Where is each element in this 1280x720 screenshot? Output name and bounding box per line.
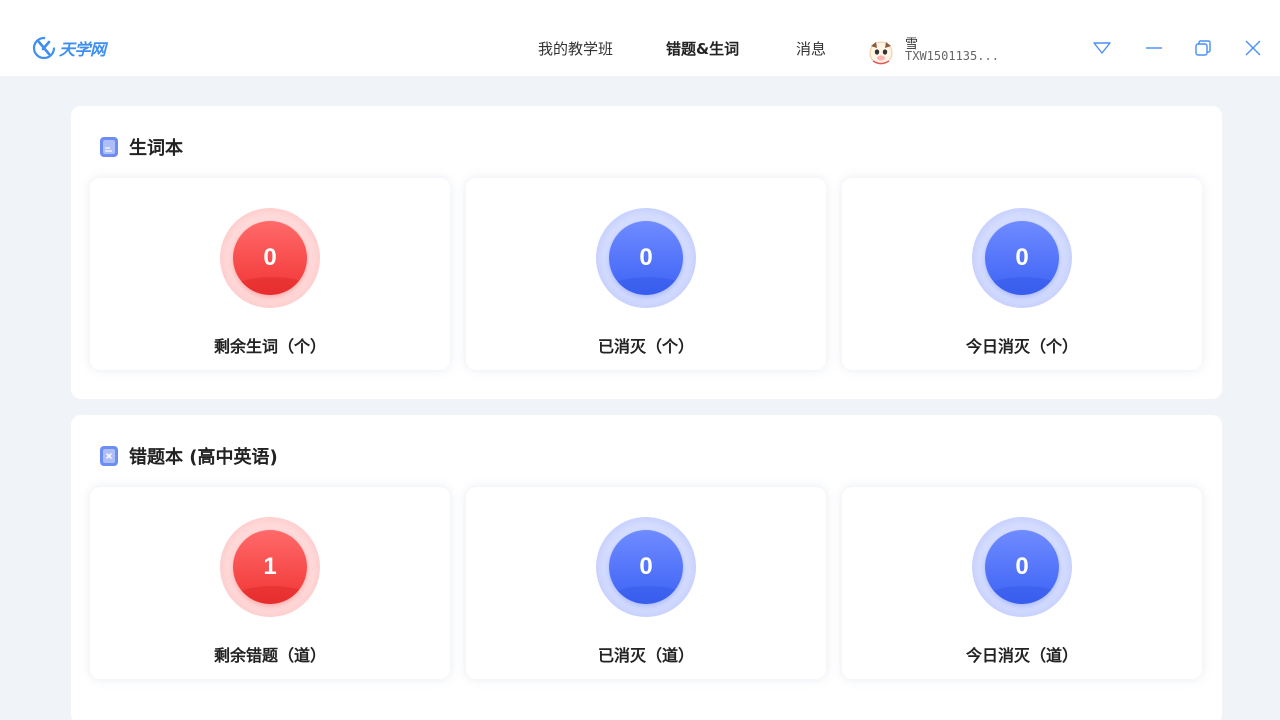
stat-label: 剩余错题（道） xyxy=(213,646,326,665)
minimize-icon xyxy=(1146,47,1162,49)
vocab-book-panel: 生词本 0 剩余生词（个） 0 已消灭（个） 0 今日消灭（个） xyxy=(71,106,1222,399)
stat-eliminated-mistakes[interactable]: 0 已消灭（道） xyxy=(466,487,826,679)
stat-badge: 0 xyxy=(985,221,1059,295)
stat-value: 0 xyxy=(263,244,277,271)
stat-today-eliminated-words[interactable]: 0 今日消灭（个） xyxy=(842,178,1202,370)
mistake-book-title: 错题本 (高中英语) xyxy=(129,447,278,468)
stat-label: 今日消灭（道） xyxy=(965,646,1078,665)
stat-remaining-mistakes[interactable]: 1 剩余错题（道） xyxy=(90,487,450,679)
stat-today-eliminated-mistakes[interactable]: 0 今日消灭（道） xyxy=(842,487,1202,679)
mistake-book-panel: 错题本 (高中英语) 1 剩余错题（道） 0 已消灭（道） 0 今日消灭（道） xyxy=(71,415,1222,720)
notebook-icon xyxy=(100,137,118,157)
stat-ring: 0 xyxy=(220,208,320,308)
logo-icon xyxy=(32,36,56,60)
avatar[interactable] xyxy=(867,38,895,66)
stat-badge: 0 xyxy=(609,530,683,604)
stat-ring: 0 xyxy=(972,517,1072,617)
stat-badge: 0 xyxy=(609,221,683,295)
maximize-button[interactable] xyxy=(1191,36,1215,60)
stat-badge: 0 xyxy=(233,221,307,295)
stat-value: 0 xyxy=(639,553,653,580)
vocab-book-header: 生词本 xyxy=(99,134,183,160)
mistake-book-header: 错题本 (高中英语) xyxy=(99,443,278,469)
stat-value: 0 xyxy=(639,244,653,271)
minimize-button[interactable] xyxy=(1142,36,1166,60)
dropdown-icon xyxy=(1093,42,1111,54)
vocab-book-title: 生词本 xyxy=(129,138,183,159)
stat-label: 剩余生词（个） xyxy=(213,337,326,356)
app-logo[interactable]: 天学网 xyxy=(32,36,106,60)
stat-remaining-words[interactable]: 0 剩余生词（个） xyxy=(90,178,450,370)
stat-badge: 1 xyxy=(233,530,307,604)
stat-ring: 0 xyxy=(596,208,696,308)
stat-label: 已消灭（道） xyxy=(597,646,694,665)
maximize-icon xyxy=(1195,40,1211,56)
stat-eliminated-words[interactable]: 0 已消灭（个） xyxy=(466,178,826,370)
nav-messages[interactable]: 消息 xyxy=(796,38,826,59)
nav-my-classes[interactable]: 我的教学班 xyxy=(538,38,613,59)
stat-value: 0 xyxy=(1015,553,1029,580)
user-id: TXW1501135... xyxy=(905,49,999,63)
close-icon xyxy=(1245,40,1261,56)
title-bar: 天学网 我的教学班 错题&生词 消息 雪 TXW1501135... xyxy=(0,0,1280,76)
stat-value: 0 xyxy=(1015,244,1029,271)
stat-label: 已消灭（个） xyxy=(597,337,694,356)
nav-mistakes-vocab[interactable]: 错题&生词 xyxy=(666,38,739,59)
mistake-book-icon xyxy=(100,446,118,466)
close-button[interactable] xyxy=(1241,36,1265,60)
logo-text: 天学网 xyxy=(59,40,106,59)
dropdown-button[interactable] xyxy=(1090,36,1114,60)
stat-ring: 1 xyxy=(220,517,320,617)
stat-ring: 0 xyxy=(596,517,696,617)
stat-label: 今日消灭（个） xyxy=(965,337,1078,356)
stat-value: 1 xyxy=(263,553,277,580)
stat-badge: 0 xyxy=(985,530,1059,604)
stat-ring: 0 xyxy=(972,208,1072,308)
